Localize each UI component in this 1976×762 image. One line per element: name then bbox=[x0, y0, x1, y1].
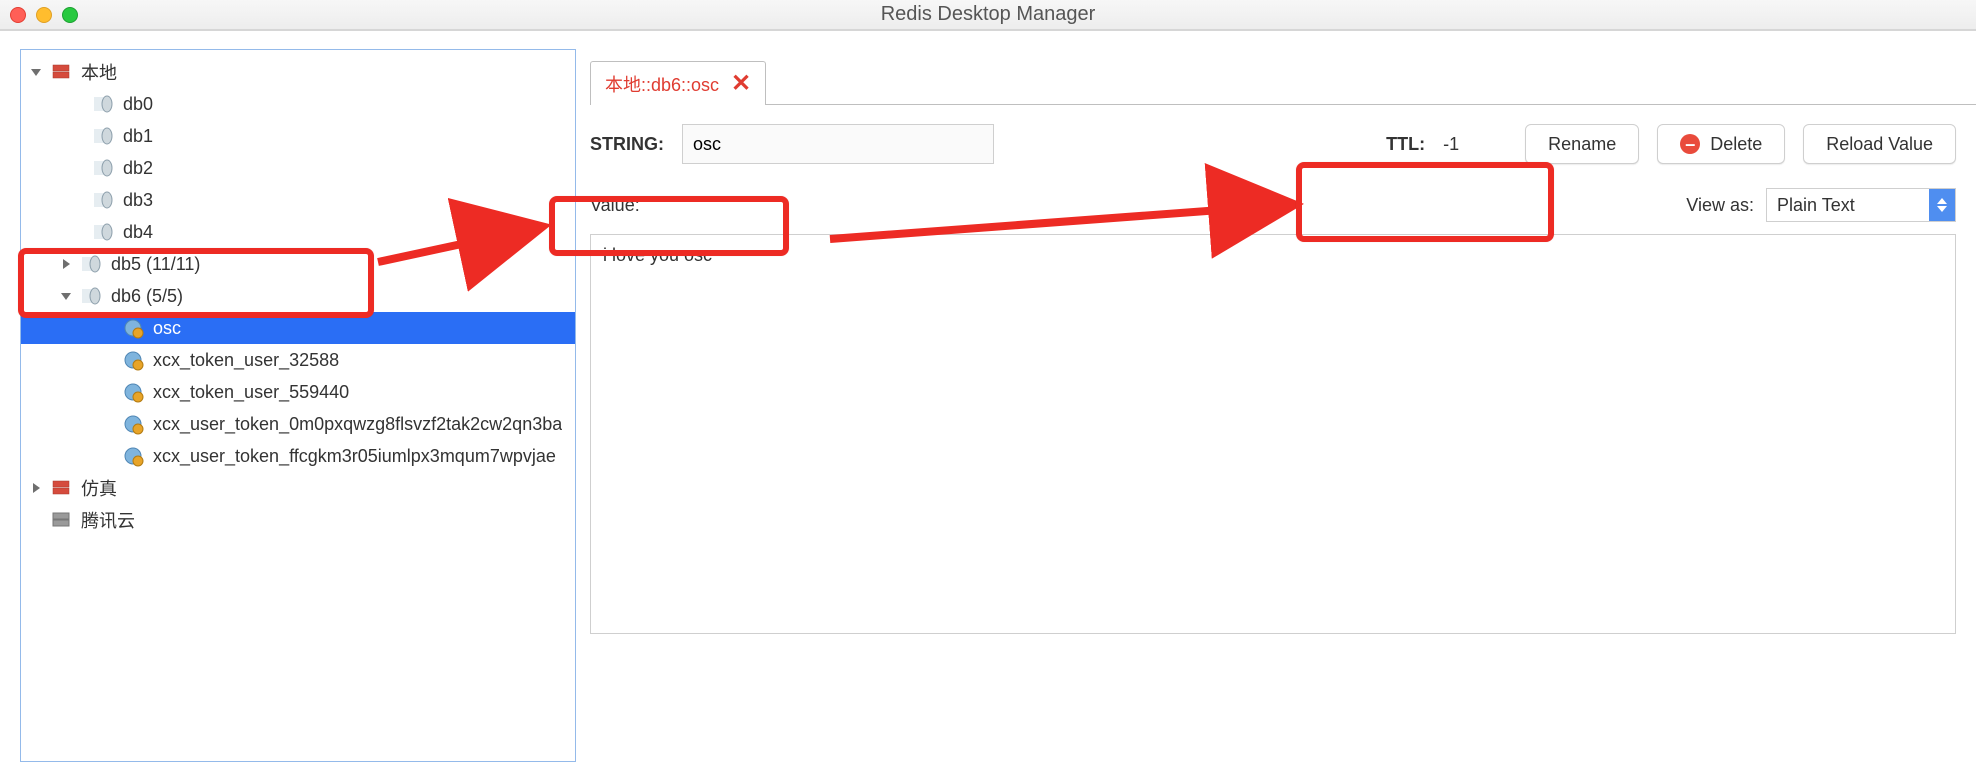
chevron-down-icon[interactable] bbox=[59, 289, 73, 303]
server-label: 腾讯云 bbox=[81, 507, 135, 533]
db-label: db3 bbox=[123, 190, 153, 211]
database-icon bbox=[79, 252, 103, 276]
value-label: Value: bbox=[590, 195, 640, 216]
button-label: Reload Value bbox=[1826, 134, 1933, 155]
key-item[interactable]: xcx_user_token_0m0pxqwzg8flsvzf2tak2cw2q… bbox=[21, 408, 575, 440]
server-icon bbox=[49, 476, 73, 500]
db-item[interactable]: db5 (11/11) bbox=[21, 248, 575, 280]
button-label: Rename bbox=[1548, 134, 1616, 155]
db-item[interactable]: db0 bbox=[21, 88, 575, 120]
db-label: db0 bbox=[123, 94, 153, 115]
key-label: osc bbox=[153, 318, 181, 339]
chevron-right-icon[interactable] bbox=[29, 481, 43, 495]
ttl-value: -1 bbox=[1443, 134, 1459, 155]
key-editor-panel: 本地::db6::osc ✕ STRING: TTL: -1 Rename – … bbox=[576, 31, 1976, 762]
db-label: db6 (5/5) bbox=[111, 286, 183, 307]
key-icon bbox=[121, 412, 145, 436]
server-label: 本地 bbox=[81, 59, 117, 85]
window-titlebar: Redis Desktop Manager bbox=[0, 0, 1976, 30]
db-label: db4 bbox=[123, 222, 153, 243]
delete-button[interactable]: – Delete bbox=[1657, 124, 1785, 164]
db-item[interactable]: db1 bbox=[21, 120, 575, 152]
key-item[interactable]: xcx_token_user_559440 bbox=[21, 376, 575, 408]
type-label: STRING: bbox=[590, 134, 664, 155]
db-item-db6[interactable]: db6 (5/5) bbox=[21, 280, 575, 312]
db-item[interactable]: db2 bbox=[21, 152, 575, 184]
key-label: xcx_token_user_32588 bbox=[153, 350, 339, 371]
db-item[interactable]: db4 bbox=[21, 216, 575, 248]
rename-button[interactable]: Rename bbox=[1525, 124, 1639, 164]
key-item-osc[interactable]: osc bbox=[21, 312, 575, 344]
chevron-updown-icon bbox=[1929, 189, 1955, 221]
db-item[interactable]: db3 bbox=[21, 184, 575, 216]
tab-title: 本地::db6::osc bbox=[605, 71, 719, 97]
view-as-label: View as: bbox=[1686, 195, 1754, 216]
key-label: xcx_user_token_0m0pxqwzg8flsvzf2tak2cw2q… bbox=[153, 414, 562, 435]
server-icon bbox=[49, 60, 73, 84]
server-label: 仿真 bbox=[81, 475, 117, 501]
tab-bar: 本地::db6::osc ✕ bbox=[590, 61, 1976, 105]
server-item[interactable]: 腾讯云 bbox=[21, 504, 575, 536]
database-icon bbox=[91, 124, 115, 148]
key-icon bbox=[121, 380, 145, 404]
key-item[interactable]: xcx_user_token_ffcgkm3r05iumlpx3mqum7wpv… bbox=[21, 440, 575, 472]
button-label: Delete bbox=[1710, 134, 1762, 155]
chevron-down-icon[interactable] bbox=[29, 65, 43, 79]
key-icon bbox=[121, 316, 145, 340]
database-icon bbox=[91, 188, 115, 212]
server-item-local[interactable]: 本地 bbox=[21, 56, 575, 88]
value-text: i love you osc bbox=[603, 245, 712, 265]
server-item[interactable]: 仿真 bbox=[21, 472, 575, 504]
database-icon bbox=[91, 156, 115, 180]
key-icon bbox=[121, 348, 145, 372]
key-name-input[interactable] bbox=[682, 124, 994, 164]
key-label: xcx_user_token_ffcgkm3r05iumlpx3mqum7wpv… bbox=[153, 446, 556, 467]
database-icon bbox=[79, 284, 103, 308]
db-label: db1 bbox=[123, 126, 153, 147]
database-icon bbox=[91, 220, 115, 244]
view-as-select[interactable]: Plain Text bbox=[1766, 188, 1956, 222]
chevron-right-icon[interactable] bbox=[59, 257, 73, 271]
select-value: Plain Text bbox=[1777, 195, 1855, 216]
value-textarea[interactable]: i love you osc bbox=[590, 234, 1956, 634]
close-tab-icon[interactable]: ✕ bbox=[731, 69, 751, 98]
ttl-label: TTL: bbox=[1386, 134, 1425, 155]
minus-icon: – bbox=[1680, 134, 1700, 154]
key-item[interactable]: xcx_token_user_32588 bbox=[21, 344, 575, 376]
connection-tree[interactable]: 本地 db0 db1 d bbox=[20, 49, 576, 762]
window-title: Redis Desktop Manager bbox=[0, 3, 1976, 26]
server-icon bbox=[49, 508, 73, 532]
db-label: db5 (11/11) bbox=[111, 254, 200, 275]
key-label: xcx_token_user_559440 bbox=[153, 382, 349, 403]
tab-key-osc[interactable]: 本地::db6::osc ✕ bbox=[590, 61, 766, 105]
key-icon bbox=[121, 444, 145, 468]
db-label: db2 bbox=[123, 158, 153, 179]
reload-value-button[interactable]: Reload Value bbox=[1803, 124, 1956, 164]
database-icon bbox=[91, 92, 115, 116]
